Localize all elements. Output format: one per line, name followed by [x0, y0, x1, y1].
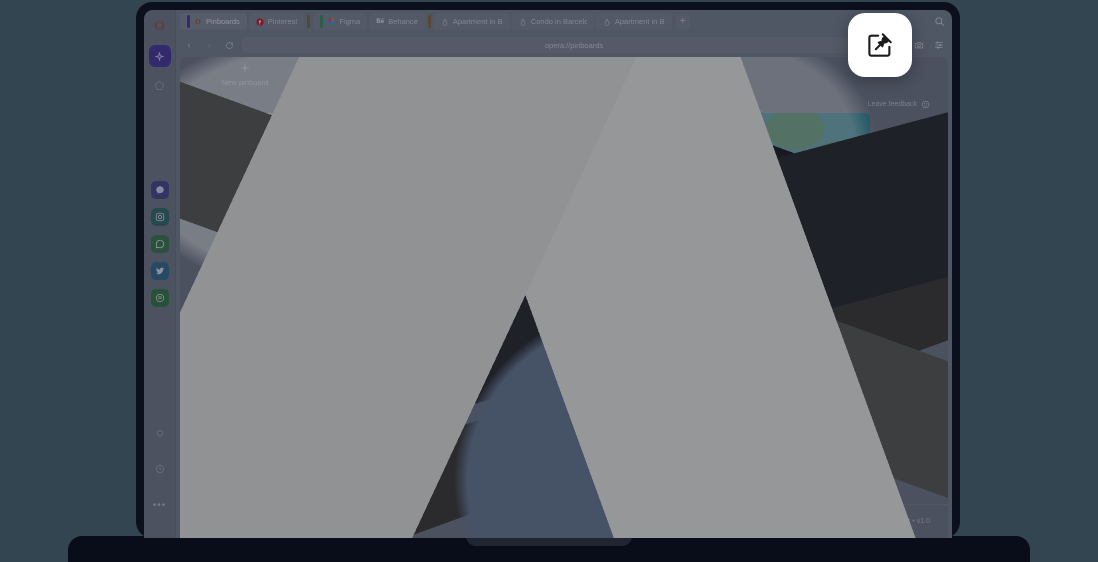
tab-group-indicator-airbnb[interactable] — [427, 15, 431, 28]
search-icon[interactable] — [930, 13, 948, 31]
clock-history-icon[interactable] — [149, 458, 171, 480]
opera-o-icon[interactable]: O — [149, 16, 171, 38]
tab-group-indicator — [187, 15, 190, 28]
tab-label: Apartment in Barce — [614, 17, 665, 26]
pin-to-pinboard-icon — [865, 30, 895, 60]
aria-sparkle-icon[interactable] — [148, 45, 171, 67]
tab-figma[interactable]: Figma — [313, 13, 368, 30]
pinboards-page: + New pinboard Pinboards Leave feedback — [180, 57, 948, 538]
address-bar: ‹ › opera://pinboards — [176, 33, 952, 57]
tab-label: Pinterest — [267, 17, 298, 26]
page-body: New room - Inspirations Breakfast ideas … — [180, 113, 948, 504]
browser-main-area: O Pinboards Pinterest Figma Bē Behance A… — [176, 10, 952, 538]
behance-icon: Bē — [376, 18, 385, 25]
suggested-pinboard-thumbnail — [662, 274, 842, 356]
screenshot-stage: O ••• O Pinboards Pinterest Figma Bē Beh… — [0, 0, 1098, 562]
instagram-icon[interactable] — [150, 208, 169, 226]
heart-favorites-icon[interactable] — [149, 422, 171, 444]
tab-behance[interactable]: Bē Behance — [369, 13, 425, 30]
browser-sidebar: O ••• — [144, 10, 176, 538]
tab-label: Pinboards — [206, 17, 240, 26]
suggested-pinboard-card[interactable]: Learning — [662, 274, 842, 386]
tab-label: Apartment in Barce — [452, 17, 503, 26]
whatsapp-icon[interactable] — [150, 235, 169, 253]
new-tab-button[interactable]: + — [675, 14, 690, 29]
opera-browser-window: O ••• O Pinboards Pinterest Figma Bē Beh… — [144, 10, 952, 538]
forward-button[interactable]: › — [202, 38, 216, 52]
twitter-icon[interactable] — [150, 262, 169, 280]
tab-label: Behance — [388, 17, 418, 26]
tab-label: Condo in Barcelona — [530, 17, 587, 26]
camera-snapshot-icon[interactable] — [912, 38, 926, 52]
laptop-bezel: O ••• O Pinboards Pinterest Figma Bē Beh… — [136, 2, 960, 538]
airbnb-icon — [441, 18, 449, 26]
tab-strip: O Pinboards Pinterest Figma Bē Behance A… — [176, 10, 952, 33]
spotify-icon[interactable] — [150, 289, 169, 307]
opera-o-icon: O — [195, 17, 201, 26]
tab-condo-in-barcelona[interactable]: Condo in Barcelona — [511, 13, 594, 30]
tab-pinterest[interactable]: Pinterest — [248, 13, 305, 30]
suggested-pinboards-grid: Road trip in Europe Shopping Learning — [198, 274, 930, 386]
more-dots-icon[interactable]: ••• — [149, 494, 171, 516]
tab-label: Figma — [339, 17, 361, 26]
airbnb-icon — [603, 18, 611, 26]
pin-to-pinboard-button[interactable] — [848, 13, 912, 77]
tab-pinboards[interactable]: O Pinboards — [180, 13, 247, 30]
pentagon-home-icon[interactable] — [149, 74, 171, 96]
url-input[interactable]: opera://pinboards — [242, 37, 906, 53]
airbnb-icon — [519, 18, 527, 26]
pinterest-icon — [256, 17, 264, 26]
figma-icon — [327, 17, 335, 26]
tab-apartment-in-barcelona-1[interactable]: Apartment in Barce — [433, 13, 510, 30]
tab-group-indicator — [320, 15, 324, 28]
sidebar-bottom-group: ••• — [149, 422, 171, 538]
easy-setup-icon[interactable] — [932, 38, 946, 52]
reload-button[interactable] — [222, 38, 236, 52]
sidebar-apps-group — [150, 181, 169, 316]
messenger-icon[interactable] — [150, 181, 169, 199]
back-button[interactable]: ‹ — [182, 38, 196, 52]
tab-apartment-in-barcelona-2[interactable]: Apartment in Barce — [595, 13, 672, 30]
tab-group-indicator-figma[interactable] — [307, 15, 311, 28]
